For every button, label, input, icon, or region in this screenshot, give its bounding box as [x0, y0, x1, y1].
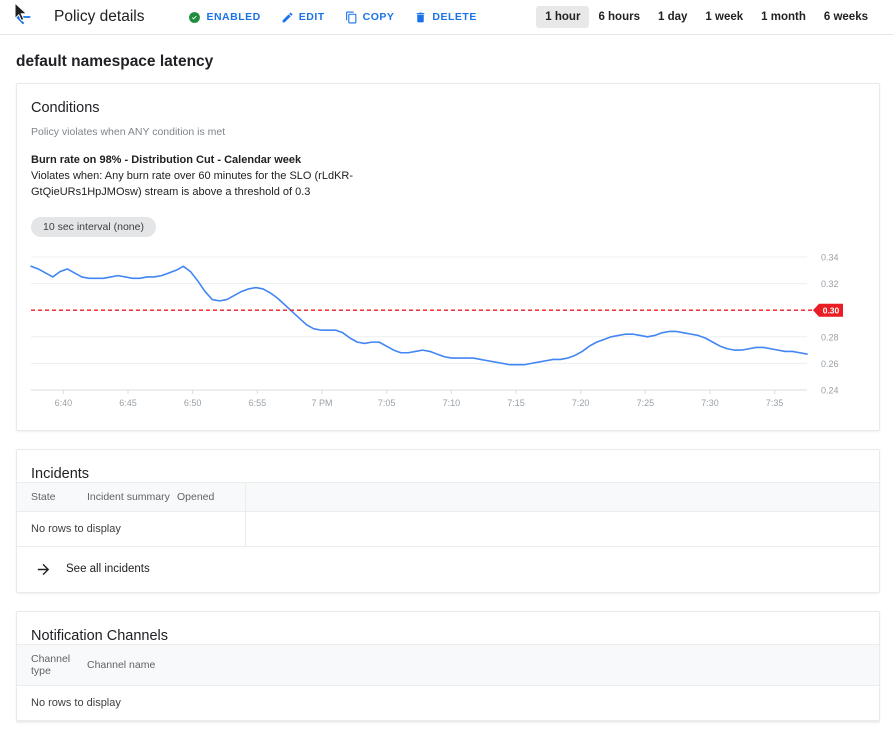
range-6-hours[interactable]: 6 hours [589, 6, 649, 28]
notification-channels-card: Notification Channels Channel type Chann… [16, 611, 880, 722]
conditions-heading: Conditions [17, 84, 879, 116]
trash-icon [414, 11, 427, 24]
channels-empty-text: No rows to display [17, 685, 879, 720]
interval-chip-row: 10 sec interval (none) [17, 201, 879, 237]
conditions-subtitle: Policy violates when ANY condition is me… [17, 116, 879, 138]
back-button[interactable] [6, 0, 40, 34]
chart-y-tick: 0.34 [821, 252, 839, 262]
chart-x-tick: 7:35 [766, 398, 784, 408]
copy-label: COPY [363, 11, 395, 23]
chart-x-tick: 6:45 [119, 398, 137, 408]
channels-header-row: Channel type Channel name [17, 644, 879, 685]
see-all-incidents-button[interactable]: See all incidents [17, 547, 879, 592]
range-1-month[interactable]: 1 month [752, 6, 815, 28]
svg-text:0.30: 0.30 [823, 305, 840, 315]
incidents-empty-text: No rows to display [17, 511, 879, 546]
chart-x-tick: 7:10 [443, 398, 461, 408]
chart-x-tick: 7:15 [507, 398, 525, 408]
interval-chip[interactable]: 10 sec interval (none) [31, 217, 156, 237]
status-enabled-button[interactable]: ENABLED [178, 7, 270, 28]
page-title: Policy details [54, 8, 144, 26]
policy-name: default namespace latency [16, 53, 893, 71]
range-6-weeks[interactable]: 6 weeks [815, 6, 877, 28]
conditions-card: Conditions Policy violates when ANY cond… [16, 83, 880, 431]
channels-empty-row: No rows to display [17, 685, 879, 720]
chart-y-tick: 0.32 [821, 279, 839, 289]
chart-x-tick: 6:40 [55, 398, 73, 408]
copy-button[interactable]: COPY [335, 7, 405, 28]
incidents-header-row: State Incident summary Opened [17, 482, 879, 511]
chart-y-tick: 0.26 [821, 359, 839, 369]
latency-chart[interactable]: 0.34 0.32 0.30 0.28 0.26 0.24 6:40 6:45 6:50 6:55… [17, 245, 879, 420]
pencil-icon [281, 11, 294, 24]
incidents-table: State Incident summary Opened No rows to… [17, 482, 879, 547]
channels-col-filler [177, 644, 879, 685]
range-1-day[interactable]: 1 day [649, 6, 696, 28]
time-range-selector: 1 hour 6 hours 1 day 1 week 1 month 6 we… [536, 6, 877, 28]
incidents-empty-row: No rows to display [17, 511, 879, 546]
delete-button[interactable]: DELETE [404, 7, 486, 28]
copy-icon [345, 11, 358, 24]
delete-label: DELETE [432, 11, 476, 23]
arrow-right-icon [35, 561, 52, 578]
chart-y-tick: 0.28 [821, 332, 839, 342]
see-all-incidents-label: See all incidents [66, 563, 150, 575]
incidents-col-state[interactable]: State [17, 482, 87, 511]
chart-x-tick: 7:05 [378, 398, 396, 408]
chart-canvas: 0.34 0.32 0.30 0.28 0.26 0.24 6:40 6:45 6:50 6:55… [17, 245, 881, 420]
chart-x-tick: 6:50 [184, 398, 202, 408]
chart-x-tick: 7:25 [637, 398, 655, 408]
incidents-col-filler [245, 482, 879, 511]
incidents-col-summary[interactable]: Incident summary [87, 482, 177, 511]
chart-x-tick: 6:55 [249, 398, 267, 408]
channels-col-type[interactable]: Channel type [17, 644, 87, 685]
chart-x-tick: 7:30 [701, 398, 719, 408]
app-bar: Policy details ENABLED EDIT [0, 0, 893, 35]
incidents-col-opened[interactable]: Opened [177, 482, 245, 511]
channels-table: Channel type Channel name No rows to dis… [17, 644, 879, 721]
incidents-card: Incidents State Incident summary Opened … [16, 449, 880, 593]
channels-col-name[interactable]: Channel name [87, 644, 177, 685]
chart-x-tick: 7:20 [572, 398, 590, 408]
condition-name: Burn rate on 98% - Distribution Cut - Ca… [17, 138, 879, 166]
arrow-left-icon [12, 6, 34, 28]
edit-button[interactable]: EDIT [271, 7, 335, 28]
page-content: default namespace latency Conditions Pol… [0, 53, 893, 730]
channels-table-zone: Channel type Channel name No rows to dis… [17, 644, 879, 721]
range-1-week[interactable]: 1 week [696, 6, 752, 28]
action-bar: ENABLED EDIT COPY DE [178, 7, 486, 28]
condition-description: Violates when: Any burn rate over 60 min… [17, 166, 447, 201]
incidents-column-divider [245, 482, 246, 547]
chart-x-tick: 7 PM [311, 398, 332, 408]
incidents-heading: Incidents [17, 450, 879, 482]
chart-y-tick: 0.24 [821, 385, 839, 395]
status-enabled-label: ENABLED [206, 11, 260, 23]
notification-channels-heading: Notification Channels [17, 612, 879, 644]
range-1-hour[interactable]: 1 hour [536, 6, 589, 28]
incidents-table-zone: State Incident summary Opened No rows to… [17, 482, 879, 547]
check-circle-icon [188, 11, 201, 24]
chart-threshold-badge: 0.30 [813, 304, 843, 317]
edit-label: EDIT [299, 11, 325, 23]
chart-series-line [31, 266, 807, 364]
